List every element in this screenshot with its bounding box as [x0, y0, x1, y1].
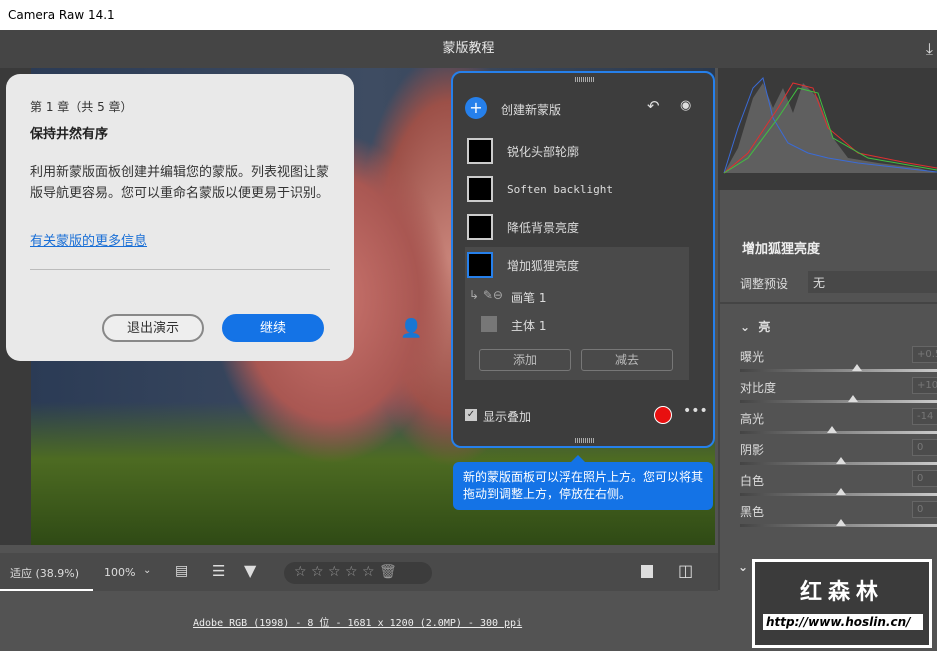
fit-label: 适应 (38.9%): [10, 567, 80, 580]
overlay-label: 显示叠加: [483, 410, 532, 424]
sort-icon[interactable]: ☰: [212, 562, 225, 580]
slider-thumb[interactable]: [836, 457, 847, 464]
exit-demo-button[interactable]: 退出演示: [102, 314, 204, 342]
slider-track[interactable]: [740, 457, 937, 465]
slider-value-input[interactable]: 0: [912, 470, 937, 487]
mask-item[interactable]: Soften backlight: [467, 172, 687, 206]
mask-item[interactable]: 锐化头部轮廓: [467, 134, 687, 168]
star-icons[interactable]: ☆ ☆ ☆ ☆ ☆: [294, 564, 379, 580]
continue-button[interactable]: 继续: [222, 314, 324, 342]
tutorial-body: 利用新蒙版面板创建并编辑您的蒙版。列表视图让蒙版导航更容易。您可以重命名蒙版以便…: [30, 165, 330, 201]
drag-handle[interactable]: [575, 77, 595, 82]
histogram: [718, 68, 937, 190]
subtract-label: 减去: [614, 353, 639, 367]
slider-thumb[interactable]: [826, 426, 837, 433]
slider-value-input[interactable]: 0: [912, 439, 937, 456]
light-section-toggle[interactable]: ⌄ 亮: [740, 318, 770, 335]
slider-label: 黑色: [740, 505, 765, 519]
preset-dropdown[interactable]: 无: [808, 271, 937, 293]
fit-zoom-button[interactable]: 适应 (38.9%): [0, 553, 93, 591]
component-brush[interactable]: 画笔 1: [511, 289, 546, 306]
chevron-down-icon[interactable]: ⌄: [143, 565, 151, 576]
slider-track[interactable]: [740, 488, 937, 496]
slider-value-input[interactable]: +10: [912, 377, 937, 394]
slider-label: 曝光: [740, 350, 765, 364]
preset-label: 调整预设: [740, 277, 789, 291]
tutorial-card: 第 1 章（共 5 章） 保持井然有序 利用新蒙版面板创建并编辑您的蒙版。列表视…: [6, 74, 354, 361]
mask-thumbnail: [467, 252, 493, 278]
slider-track[interactable]: [740, 395, 937, 403]
header-bar: 蒙版教程 ⤓: [0, 30, 937, 68]
slider-thumb[interactable]: [836, 519, 847, 526]
slider-label: 白色: [740, 474, 765, 488]
slider-track[interactable]: [740, 519, 937, 527]
drag-handle[interactable]: [575, 438, 595, 443]
mask-thumbnail: [467, 214, 493, 240]
slider-value-input[interactable]: 0: [912, 501, 937, 518]
title-bar: Camera Raw 14.1: [0, 0, 937, 30]
slider-thumb[interactable]: [852, 364, 863, 371]
slider-value-input[interactable]: +0.5: [912, 346, 937, 363]
slider-track[interactable]: [740, 364, 937, 372]
filter-icon[interactable]: ▼: [244, 561, 256, 580]
rating-stars[interactable]: ☆ ☆ ☆ ☆ ☆ 🗑: [284, 562, 432, 584]
header-title: 蒙版教程: [442, 41, 495, 56]
watermark-logo: 红森林 http://www.hoslin.cn/: [752, 559, 932, 648]
mask-thumbnail: [467, 176, 493, 202]
bottom-toolbar: 适应 (38.9%) 100% ⌄ ▤ ☰ ▼ ☆ ☆ ☆ ☆ ☆ 🗑 ◫: [0, 553, 718, 591]
person-pin-icon[interactable]: 👤: [400, 318, 422, 339]
compare-view-icon[interactable]: ◫: [678, 561, 693, 580]
brush-icon: ↳ ✎⊖: [469, 288, 503, 302]
histogram-graph: [723, 77, 937, 174]
add-label: 添加: [512, 353, 537, 367]
divider: [720, 302, 937, 304]
trash-icon[interactable]: 🗑: [379, 564, 397, 580]
workflow-options-link[interactable]: Adobe RGB (1998) - 8 位 - 1681 x 1200 (2.…: [193, 614, 522, 629]
chapter-label: 第 1 章（共 5 章）: [30, 100, 133, 114]
slider-label: 阴影: [740, 443, 765, 457]
mask-name: 降低背景亮度: [507, 220, 580, 235]
mask-name: 锐化头部轮廓: [507, 144, 580, 159]
slider-value-input[interactable]: -14: [912, 408, 937, 425]
component-subject[interactable]: 主体 1: [511, 317, 546, 334]
preset-value: 无: [813, 276, 826, 290]
subtract-button[interactable]: 减去: [581, 349, 673, 371]
slider-label: 高光: [740, 412, 765, 426]
mask-name: Soften backlight: [507, 182, 613, 196]
mask-thumbnail: [467, 138, 493, 164]
slider-thumb[interactable]: [836, 488, 847, 495]
mask-item[interactable]: 降低背景亮度: [467, 210, 687, 244]
slider-label: 对比度: [740, 381, 777, 395]
mask-title: 增加狐狸亮度: [742, 242, 821, 257]
zoom-level[interactable]: 100%: [104, 566, 135, 579]
undo-icon[interactable]: ↶: [647, 97, 660, 115]
watermark-url: http://www.hoslin.cn/: [763, 614, 923, 630]
tutorial-title: 保持井然有序: [30, 127, 109, 142]
save-icon[interactable]: ⤓: [926, 30, 933, 68]
histogram-toggle-icon[interactable]: ▤: [175, 563, 188, 579]
adjustments-panel: 增加狐狸亮度 调整预设 无 ⌄ 亮 曝光 +0.5 对比度 +10 高光 -14…: [718, 190, 937, 590]
overlay-checkbox[interactable]: ✓: [465, 409, 477, 421]
more-icon[interactable]: •••: [683, 403, 708, 419]
masks-panel[interactable]: + 创建新蒙版 ↶ ◉ 锐化头部轮廓 Soften backlight 降低背景…: [451, 71, 715, 448]
slider-track[interactable]: [740, 426, 937, 434]
view-single-icon[interactable]: [641, 565, 653, 578]
divider: [30, 269, 330, 270]
subject-icon: [481, 316, 497, 332]
create-mask-label[interactable]: 创建新蒙版: [501, 101, 561, 118]
slider-thumb[interactable]: [848, 395, 859, 402]
more-info-link[interactable]: 有关蒙版的更多信息: [30, 230, 330, 249]
section-title: 亮: [758, 320, 771, 334]
overlay-color-swatch[interactable]: [654, 406, 672, 424]
mask-name: 增加狐狸亮度: [507, 258, 580, 273]
plus-icon[interactable]: +: [465, 97, 487, 119]
watermark-name: 红森林: [799, 580, 884, 605]
add-button[interactable]: 添加: [479, 349, 571, 371]
mask-item-selected[interactable]: 增加狐狸亮度: [467, 248, 687, 282]
eye-icon[interactable]: ◉: [680, 98, 691, 113]
tooltip: 新的蒙版面板可以浮在照片上方。您可以将其拖动到调整上方，停放在右侧。: [453, 455, 713, 510]
